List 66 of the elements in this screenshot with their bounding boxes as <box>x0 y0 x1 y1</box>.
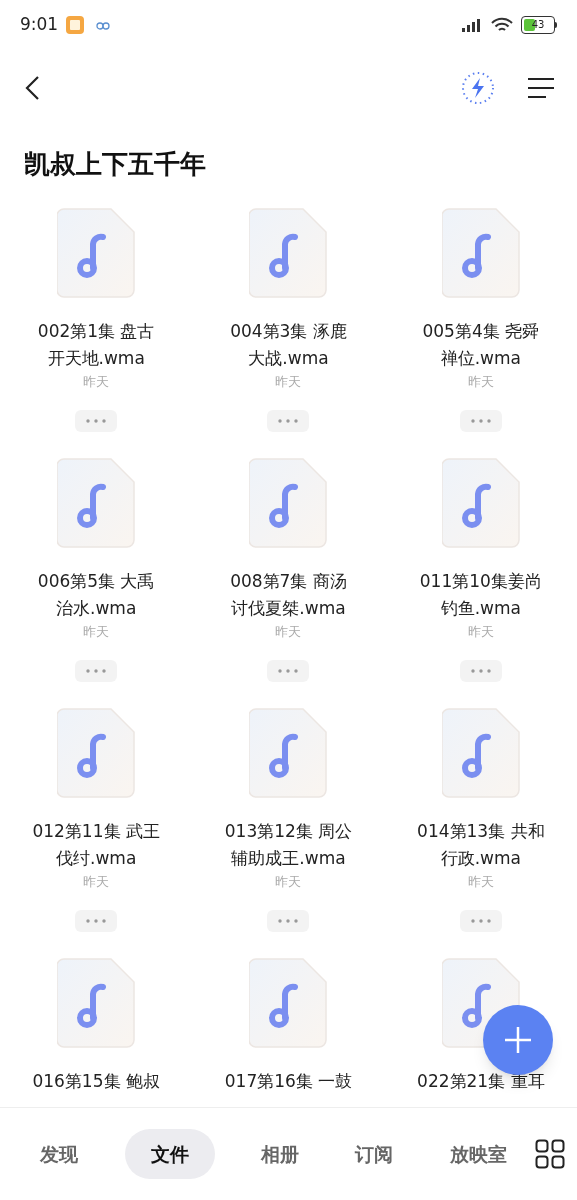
more-button[interactable] <box>459 910 502 932</box>
cloud-icon <box>96 20 111 30</box>
more-icon <box>470 419 491 423</box>
file-date: 昨天 <box>83 873 110 891</box>
audio-file-icon[interactable] <box>441 458 520 548</box>
plus-icon <box>504 1026 532 1054</box>
file-name: 012第11集 武王 伐纣.wma <box>32 820 160 870</box>
more-icon <box>278 669 299 673</box>
file-date: 昨天 <box>275 873 302 891</box>
audio-file-icon[interactable] <box>249 708 328 798</box>
audio-file-icon[interactable] <box>249 958 328 1048</box>
file-name: 006第5集 大禹 治水.wma <box>37 570 155 620</box>
audio-file-icon[interactable] <box>57 458 136 548</box>
nav-tab[interactable]: 相册 <box>250 1129 309 1179</box>
file-name: 022第21集 重耳 <box>417 1070 545 1093</box>
audio-file-icon[interactable] <box>249 458 328 548</box>
grid-icon[interactable] <box>535 1139 565 1169</box>
more-button[interactable] <box>75 910 118 932</box>
file-date: 昨天 <box>467 873 494 891</box>
file-date: 昨天 <box>467 623 494 641</box>
signal-icon <box>461 17 483 33</box>
audio-file-icon[interactable] <box>57 708 136 798</box>
more-icon <box>470 919 491 923</box>
more-button[interactable] <box>459 410 502 432</box>
audio-file-icon[interactable] <box>249 208 328 298</box>
more-button[interactable] <box>267 910 310 932</box>
more-button[interactable] <box>75 660 118 682</box>
file-date: 昨天 <box>83 373 110 391</box>
file-name: 005第4集 尧舜 禅位.wma <box>422 320 540 370</box>
file-date: 昨天 <box>467 373 494 391</box>
add-button[interactable] <box>483 1005 553 1075</box>
audio-file-icon[interactable] <box>441 208 520 298</box>
audio-file-icon[interactable] <box>57 958 136 1048</box>
file-date: 昨天 <box>275 623 302 641</box>
lightning-icon[interactable] <box>461 70 495 105</box>
notification-icon <box>66 16 85 34</box>
folder-title: 凯叔上下五千年 <box>23 148 207 181</box>
file-name: 002第1集 盘古 开天地.wma <box>37 320 155 370</box>
file-date: 昨天 <box>275 373 302 391</box>
file-name: 016第15集 鲍叔 <box>32 1070 160 1093</box>
more-button[interactable] <box>459 660 502 682</box>
more-icon <box>278 919 299 923</box>
file-name: 011第10集姜尚 钓鱼.wma <box>419 570 542 620</box>
nav-tab[interactable]: 文件 <box>124 1129 215 1179</box>
file-name: 017第16集 一鼓 <box>224 1070 353 1093</box>
more-button[interactable] <box>267 410 310 432</box>
nav-tab[interactable]: 订阅 <box>345 1129 404 1179</box>
nav-tab[interactable]: 放映室 <box>439 1129 517 1179</box>
audio-file-icon[interactable] <box>441 708 520 798</box>
file-name: 004第3集 涿鹿 大战.wma <box>230 320 347 370</box>
file-date: 昨天 <box>83 623 110 641</box>
file-name: 013第12集 周公 辅助成王.wma <box>224 820 353 870</box>
file-name: 008第7集 商汤 讨伐夏桀.wma <box>230 570 347 620</box>
more-icon <box>86 669 107 673</box>
more-icon <box>278 419 299 423</box>
more-icon <box>86 419 107 423</box>
audio-file-icon[interactable] <box>57 208 136 298</box>
menu-icon[interactable] <box>527 76 555 99</box>
more-button[interactable] <box>267 660 310 682</box>
more-icon <box>86 919 107 923</box>
wifi-icon <box>491 17 513 33</box>
nav-tab[interactable]: 发现 <box>30 1129 89 1179</box>
file-name: 014第13集 共和 行政.wma <box>417 820 545 870</box>
more-icon <box>470 669 491 673</box>
more-button[interactable] <box>75 410 118 432</box>
status-time: 9:01 <box>20 13 59 37</box>
